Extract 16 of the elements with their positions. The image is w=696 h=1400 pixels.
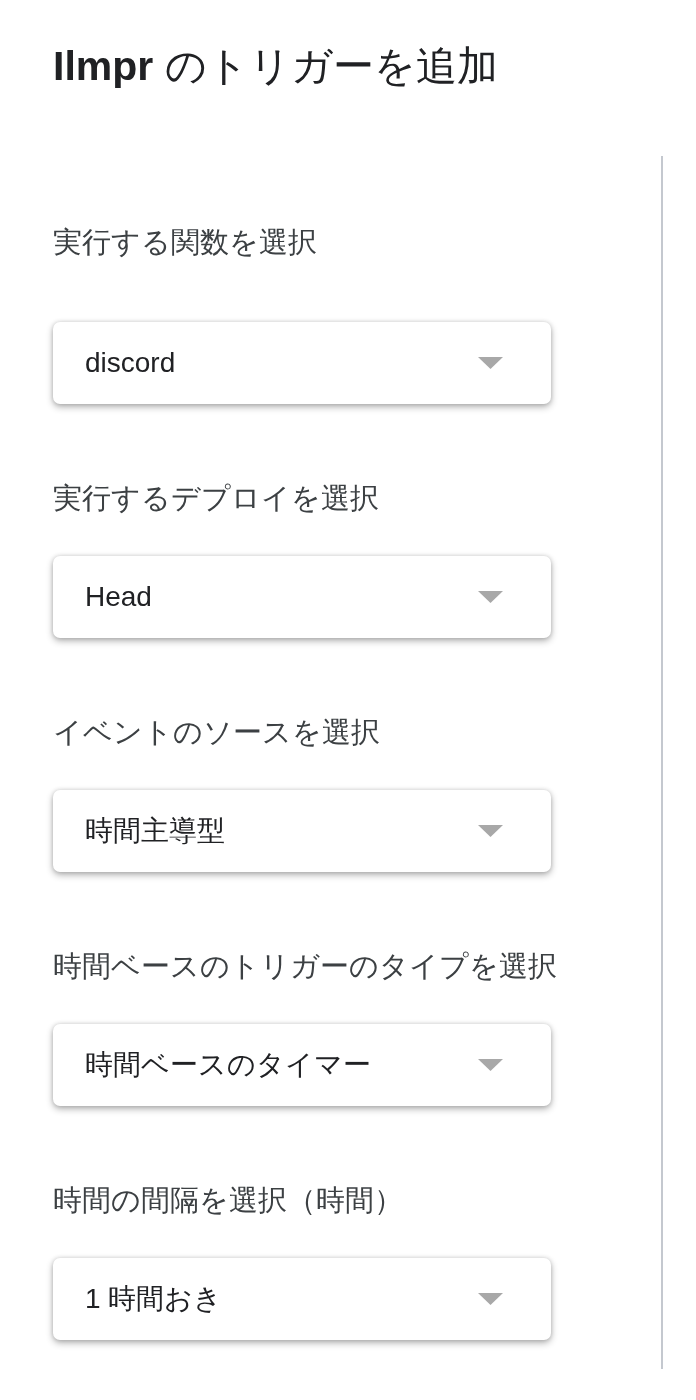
field-label: 時間の間隔を選択（時間）	[53, 1183, 403, 1218]
caret-icon	[478, 591, 503, 603]
caret-icon	[478, 825, 503, 837]
dropdown[interactable]: 時間ベースのタイマー	[53, 1024, 551, 1106]
dropdown[interactable]: discord	[53, 322, 551, 404]
field-label: 実行する関数を選択	[53, 225, 317, 260]
dropdown[interactable]: 時間主導型	[53, 790, 551, 872]
caret-icon	[478, 1293, 503, 1305]
dropdown[interactable]: Head	[53, 556, 551, 638]
caret-icon	[478, 1059, 503, 1071]
field-label: 時間ベースのトリガーのタイプを選択	[53, 949, 557, 984]
caret-icon	[478, 357, 503, 369]
dropdown[interactable]: 1 時間おき	[53, 1258, 551, 1340]
dialog-title: Ilmpr のトリガーを追加	[52, 42, 498, 90]
field-label: 実行するデプロイを選択	[53, 481, 379, 516]
field-label: イベントのソースを選択	[53, 715, 380, 750]
